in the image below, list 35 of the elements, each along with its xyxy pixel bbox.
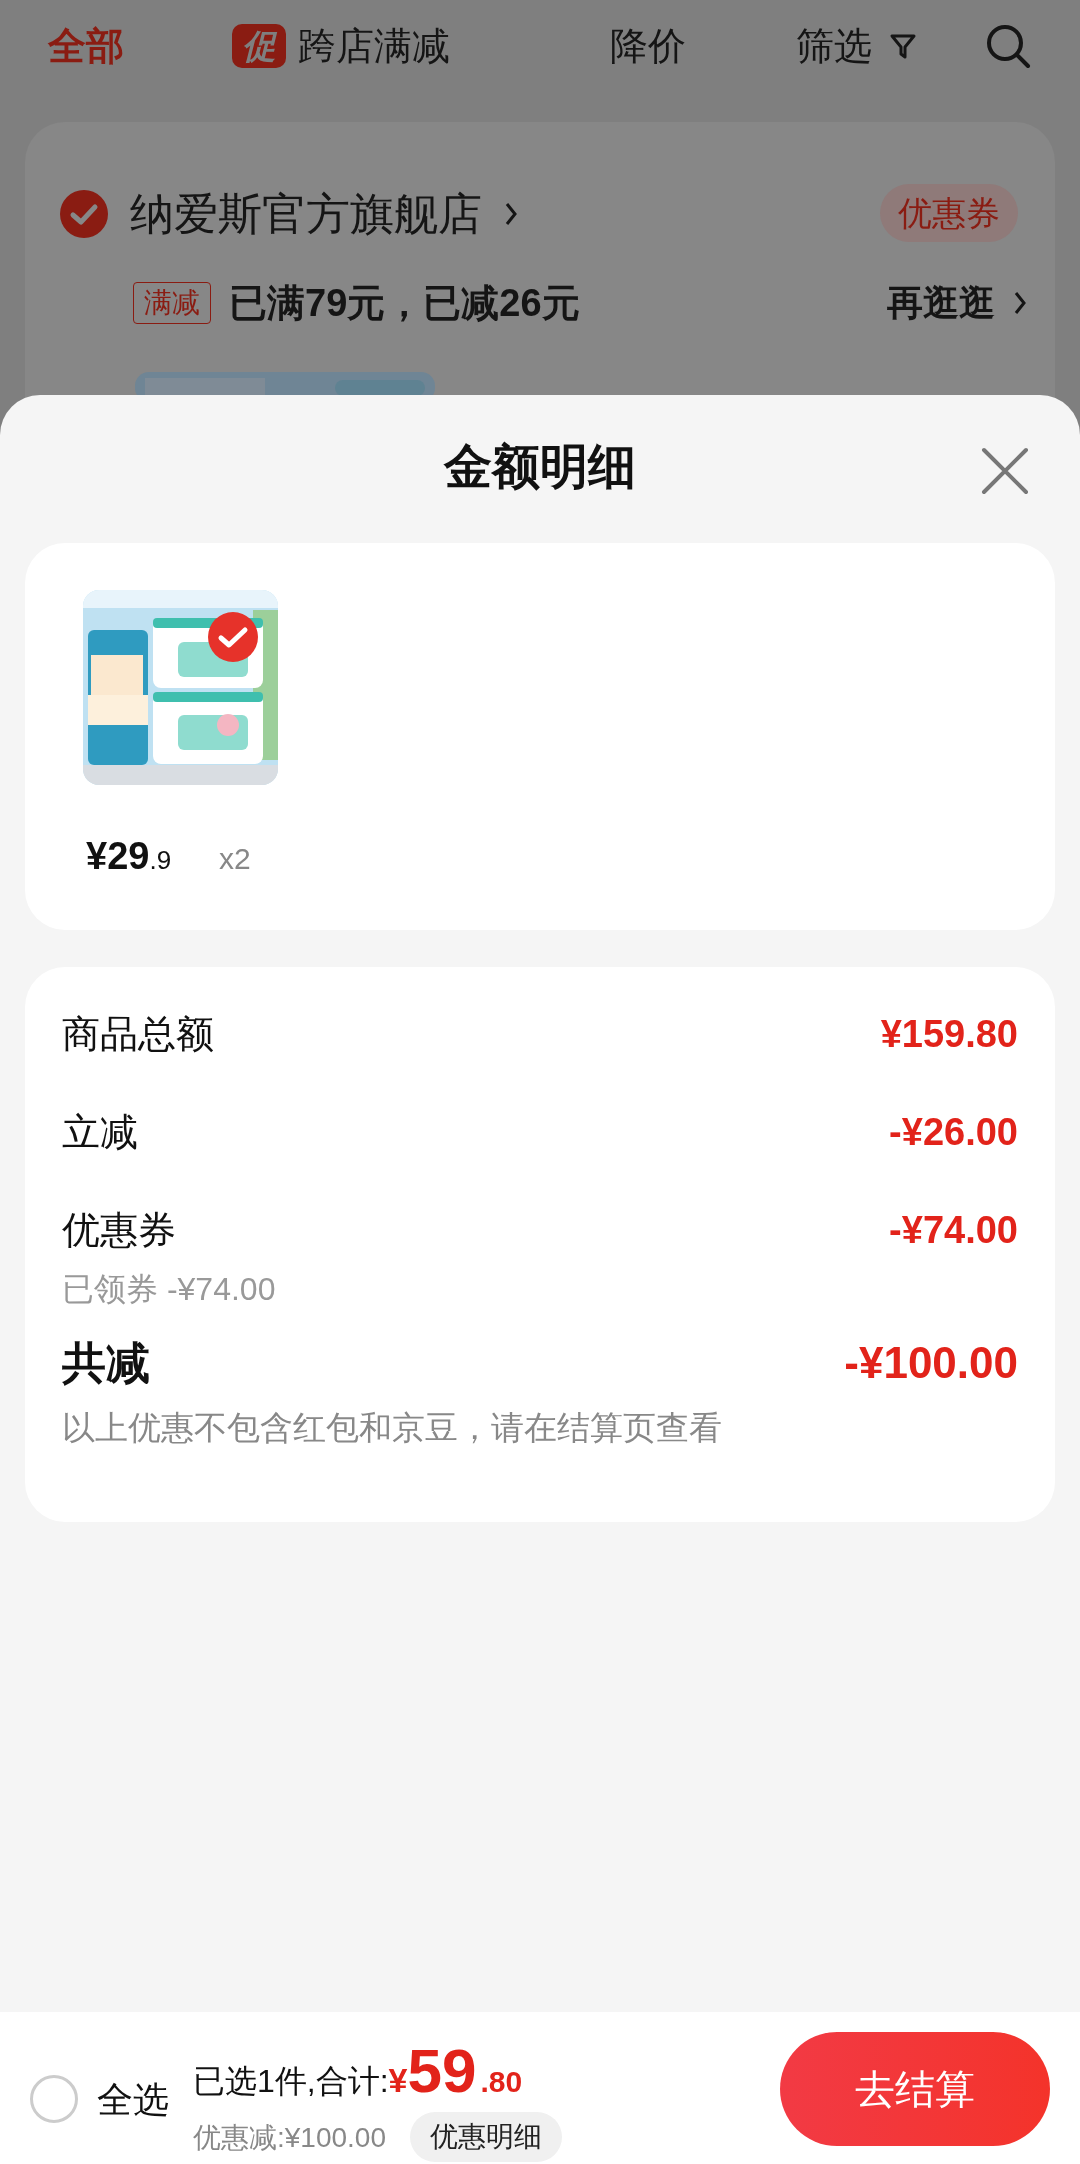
chevron-icon [504,201,518,227]
item-price: ¥29.9 [86,837,172,875]
checkout-button[interactable]: 去结算 [780,2032,1050,2146]
summary-subtext: 已领券 -¥74.00 [62,1273,276,1305]
tab[interactable]: 全部 [48,27,124,65]
promo-text: 已满79元，已减26元 [229,284,580,322]
coupon-button[interactable]: 优惠券 [880,184,1018,242]
discount-text: 优惠减:¥100.00 [193,2124,386,2152]
item-quantity: x2 [219,844,251,874]
discount-details-button[interactable]: 优惠明细 [410,2112,562,2162]
total-label: 共减 [62,1341,150,1385]
promo-badge: 促 [232,24,286,68]
store-name[interactable]: 纳爱斯官方旗舰店 [130,192,482,236]
chevron-icon [1013,290,1027,316]
total-value: -¥100.00 [844,1341,1018,1385]
summary-label: 商品总额 [62,1015,214,1053]
promo-tag: 满减 [133,282,211,324]
total-amount: ¥59.80 [388,2040,523,2102]
checkbox[interactable] [60,190,108,238]
shop-more-link[interactable]: 再逛逛 [887,285,995,321]
radio-button[interactable] [30,2075,78,2123]
summary-value: ¥159.80 [880,1015,1018,1053]
search-icon[interactable] [984,22,1032,70]
note-text: 以上优惠不包含红包和京豆，请在结算页查看 [62,1411,722,1444]
summary-label: 优惠券 [62,1211,176,1249]
tab[interactable]: 降价 [610,27,686,65]
summary-value: -¥74.00 [889,1211,1018,1249]
sheet-title: 金额明细 [442,443,637,491]
selected-summary: 已选1件,合计: [193,2065,389,2097]
summary-value: -¥26.00 [889,1113,1018,1151]
summary-label: 立减 [62,1113,138,1151]
close-icon[interactable] [981,447,1029,495]
select-all-label[interactable]: 全选 [97,2082,169,2118]
tab[interactable]: 跨店满减 [298,27,450,65]
tab[interactable]: 筛选 [796,27,872,65]
